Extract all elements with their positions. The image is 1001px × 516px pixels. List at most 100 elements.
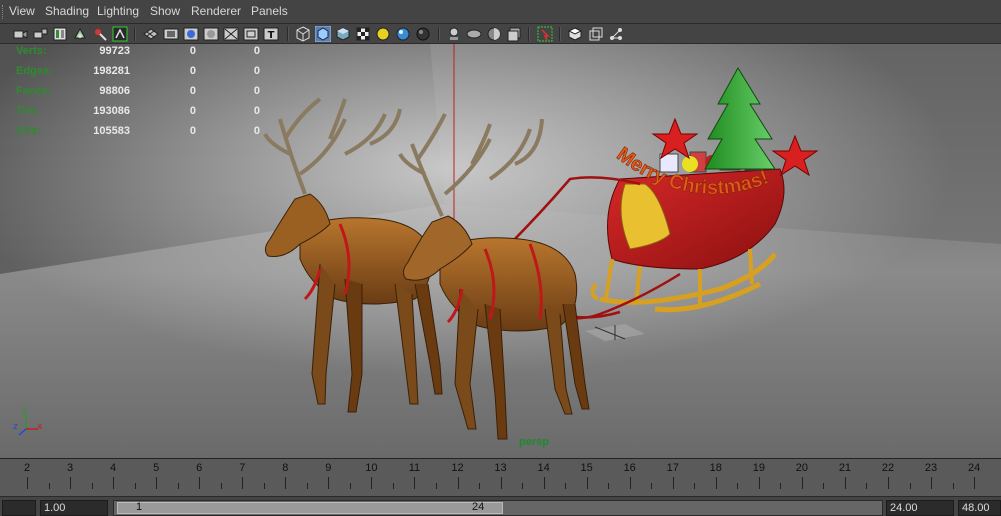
hud-uvs-selected: 0 bbox=[189, 125, 196, 137]
frame-tick-label: 16 bbox=[623, 462, 636, 474]
frame-tick-label: 3 bbox=[66, 462, 74, 474]
frame-tick-minor bbox=[651, 483, 653, 489]
frame-tick-minor bbox=[177, 483, 179, 489]
frame-tick-label: 11 bbox=[408, 462, 421, 474]
frame-tick-label: 24 bbox=[967, 462, 981, 474]
default-material-icon[interactable] bbox=[335, 26, 351, 42]
start-time-field-empty[interactable] bbox=[2, 500, 36, 516]
frame-tick-minor bbox=[737, 483, 739, 489]
menu-lighting[interactable]: Lighting bbox=[97, 4, 139, 18]
hud-faces-value: 98806 bbox=[99, 85, 130, 97]
range-slider-handle[interactable] bbox=[117, 502, 503, 514]
viewport-scene[interactable]: Merry Christmas! bbox=[0, 44, 1001, 458]
menu-view[interactable]: View bbox=[9, 4, 35, 18]
menu-renderer[interactable]: Renderer bbox=[191, 4, 241, 18]
frame-tick-major bbox=[715, 477, 717, 489]
safe-action-icon[interactable] bbox=[243, 26, 259, 42]
frame-tick-minor bbox=[608, 483, 610, 489]
hud-tris-value: 193086 bbox=[93, 105, 130, 117]
lock-camera-icon[interactable] bbox=[32, 26, 48, 42]
frame-tick-label: 23 bbox=[924, 462, 938, 474]
hud-verts-selected: 0 bbox=[189, 45, 196, 57]
menu-grip bbox=[2, 5, 6, 19]
camera-name-label: persp bbox=[519, 436, 549, 448]
film-gate-icon[interactable] bbox=[163, 26, 179, 42]
frame-tick-label: 18 bbox=[709, 462, 722, 474]
frame-tick-label: 6 bbox=[196, 462, 203, 474]
smooth-shade-icon[interactable] bbox=[315, 26, 331, 42]
frame-tick-minor bbox=[48, 483, 50, 489]
frame-tick-minor bbox=[263, 483, 265, 489]
frame-tick-minor bbox=[909, 483, 911, 489]
frame-tick-minor bbox=[435, 483, 437, 489]
toolbar-separator bbox=[134, 27, 136, 41]
toolbar-separator bbox=[438, 27, 440, 41]
frame-tick-label: 15 bbox=[580, 462, 593, 474]
frame-tick-minor bbox=[866, 483, 868, 489]
menu-panels[interactable]: Panels bbox=[251, 4, 288, 18]
wireframe-icon[interactable] bbox=[295, 26, 311, 42]
camera-tools-icon[interactable] bbox=[608, 26, 624, 42]
end-time-field[interactable]: 24.00 bbox=[886, 500, 954, 516]
frame-tick-minor bbox=[780, 483, 782, 489]
hud-edges-value: 198281 bbox=[93, 65, 130, 77]
toolbar-separator bbox=[287, 27, 289, 41]
hud-faces-highlighted: 0 bbox=[253, 85, 260, 97]
time-slider[interactable]: 2 3 4 5 6 7 8 9 10 11 12 13 14 15 16 17 18 19 20 21 22 23 24 bbox=[0, 458, 1001, 496]
frame-tick-label: 14 bbox=[537, 462, 550, 474]
frame-tick-label: 4 bbox=[110, 462, 117, 474]
menu-show[interactable]: Show bbox=[150, 4, 180, 18]
axis-z-label: z bbox=[13, 422, 18, 432]
frame-tick-minor bbox=[952, 483, 954, 489]
menu-shading[interactable]: Shading bbox=[45, 4, 89, 18]
2d-pan-zoom-icon[interactable] bbox=[112, 26, 128, 42]
use-all-lights-icon[interactable] bbox=[375, 26, 391, 42]
hud-edges-highlighted: 0 bbox=[253, 65, 260, 77]
resolution-gate-icon[interactable] bbox=[183, 26, 199, 42]
hud-verts-highlighted: 0 bbox=[253, 45, 260, 57]
frame-tick-major bbox=[156, 477, 158, 489]
panel-toolbar: T bbox=[0, 24, 1001, 44]
frame-tick-major bbox=[844, 477, 846, 489]
camera-attributes-icon[interactable] bbox=[52, 26, 68, 42]
safe-title-icon[interactable]: T bbox=[263, 26, 279, 42]
ambient-occlusion-icon[interactable] bbox=[415, 26, 431, 42]
hud-verts-label: Verts: bbox=[16, 45, 47, 57]
hud-uvs-highlighted: 0 bbox=[253, 125, 260, 137]
grid-icon[interactable] bbox=[143, 26, 159, 42]
hud-tris-label: Tris: bbox=[16, 105, 40, 117]
start-time-field[interactable]: 1.00 bbox=[40, 500, 108, 516]
xray-icon[interactable] bbox=[506, 26, 522, 42]
hud-uvs-label: UVs: bbox=[16, 125, 42, 137]
xray-components-icon[interactable] bbox=[588, 26, 604, 42]
frame-tick-major bbox=[801, 477, 803, 489]
depth-of-field-icon[interactable] bbox=[486, 26, 502, 42]
xray-joints-icon[interactable] bbox=[567, 26, 583, 42]
frame-tick-minor bbox=[134, 483, 136, 489]
textured-icon[interactable] bbox=[355, 26, 371, 42]
gate-mask-icon[interactable] bbox=[203, 26, 219, 42]
shadows-icon[interactable] bbox=[395, 26, 411, 42]
frame-tick-major bbox=[70, 477, 72, 489]
bookmark-icon[interactable] bbox=[72, 26, 88, 42]
frame-tick-minor bbox=[392, 483, 394, 489]
frame-tick-major bbox=[285, 477, 287, 489]
frame-tick-major bbox=[500, 477, 502, 489]
frame-tick-minor bbox=[522, 483, 524, 489]
perspective-viewport[interactable]: Merry Christmas! Verts: 99723 0 0 Edges:… bbox=[0, 44, 1001, 458]
frame-tick-label: 7 bbox=[239, 462, 246, 474]
frame-tick-minor bbox=[306, 483, 308, 489]
panel-menu-bar: View Shading Lighting Show Renderer Pane… bbox=[0, 0, 1001, 24]
frame-tick-minor bbox=[479, 483, 481, 489]
anti-aliasing-icon[interactable] bbox=[466, 26, 482, 42]
frame-tick-major bbox=[586, 477, 588, 489]
frame-tick-major bbox=[27, 477, 28, 489]
frame-tick-major bbox=[242, 477, 244, 489]
motion-blur-icon[interactable] bbox=[446, 26, 462, 42]
anim-end-field[interactable]: 48.00 bbox=[958, 500, 1001, 516]
image-plane-icon[interactable] bbox=[92, 26, 108, 42]
isolate-select-icon[interactable] bbox=[537, 26, 553, 42]
frame-tick-label: 17 bbox=[666, 462, 679, 474]
select-camera-icon[interactable] bbox=[12, 26, 28, 42]
field-chart-icon[interactable] bbox=[223, 26, 239, 42]
